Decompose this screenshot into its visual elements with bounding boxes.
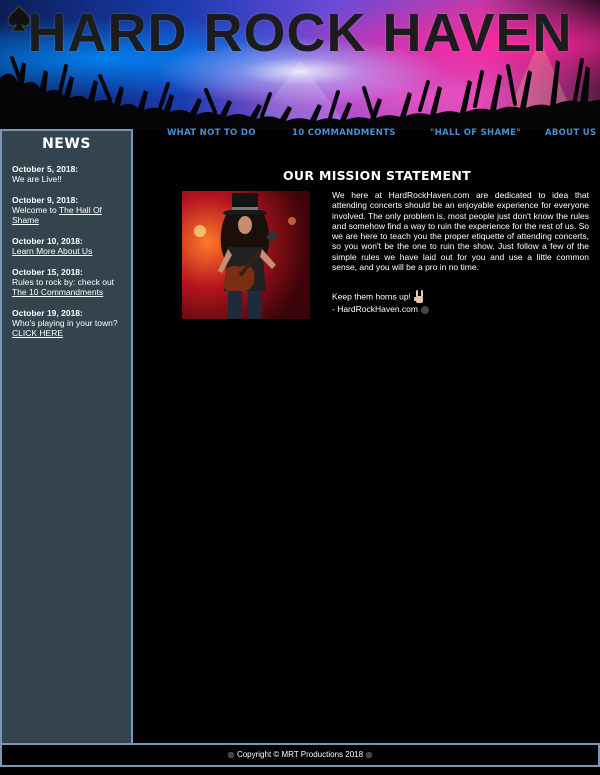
guitarist-photo [182, 191, 310, 319]
nav-what-not-to-do[interactable]: WHAT NOT TO DO [167, 128, 256, 138]
news-date: October 19, 2018: [12, 308, 83, 318]
commandments-link[interactable]: The 10 Commandments [12, 287, 103, 297]
news-date: October 15, 2018: [12, 267, 83, 277]
learn-more-link[interactable]: Learn More About Us [12, 246, 92, 256]
site-title: HARD ROCK HAVEN [27, 3, 573, 63]
footer: Copyright © MRT Productions 2018 [0, 743, 600, 767]
signoff: Keep them horns up! - HardRockHaven.com [332, 290, 430, 315]
news-text: Rules to rock by: check out [12, 277, 115, 287]
news-text: Welcome to The Hall Of Shame [12, 205, 131, 225]
news-item: October 15, 2018: Rules to rock by: chec… [2, 267, 131, 297]
news-date: October 9, 2018: [12, 195, 79, 205]
click-here-link[interactable]: CLICK HERE [12, 328, 63, 338]
nav-10-commandments[interactable]: 10 COMMANDMENTS [292, 128, 396, 138]
copyright-text: Copyright © MRT Productions 2018 [236, 750, 364, 759]
rock-horns-icon [414, 290, 424, 303]
horns-up-text: Keep them horns up! [332, 291, 411, 302]
news-date: October 5, 2018: [12, 164, 79, 174]
news-text-prefix: Welcome to [12, 205, 59, 215]
news-sidebar: NEWS October 5, 2018: We are Live!! Octo… [0, 129, 133, 745]
news-text: We are Live!! [12, 174, 62, 184]
spade-bullet-icon [227, 751, 235, 759]
news-item: October 9, 2018: Welcome to The Hall Of … [2, 195, 131, 225]
site-signature: - HardRockHaven.com [332, 304, 418, 314]
news-item: October 19, 2018: Who's playing in your … [2, 308, 131, 338]
nav-hall-of-shame[interactable]: "HALL OF SHAME" [430, 128, 521, 138]
spade-bullet-icon [421, 305, 430, 314]
news-item: October 10, 2018: Learn More About Us [2, 236, 131, 256]
news-heading: NEWS [42, 136, 91, 152]
header-banner: HARD ROCK HAVEN [0, 0, 600, 130]
news-date: October 10, 2018: [12, 236, 83, 246]
news-text: Who's playing in your town? [12, 318, 118, 328]
signoff-line-2: - HardRockHaven.com [332, 304, 430, 315]
spade-bullet-icon [365, 751, 373, 759]
signoff-line-1: Keep them horns up! [332, 290, 430, 304]
nav-about-us[interactable]: ABOUT US [545, 128, 596, 138]
mission-text: We here at HardRockHaven.com are dedicat… [332, 190, 589, 273]
mission-heading: OUR MISSION STATEMENT [283, 168, 471, 183]
news-item: October 5, 2018: We are Live!! [2, 164, 131, 184]
bottom-strip [0, 767, 600, 775]
